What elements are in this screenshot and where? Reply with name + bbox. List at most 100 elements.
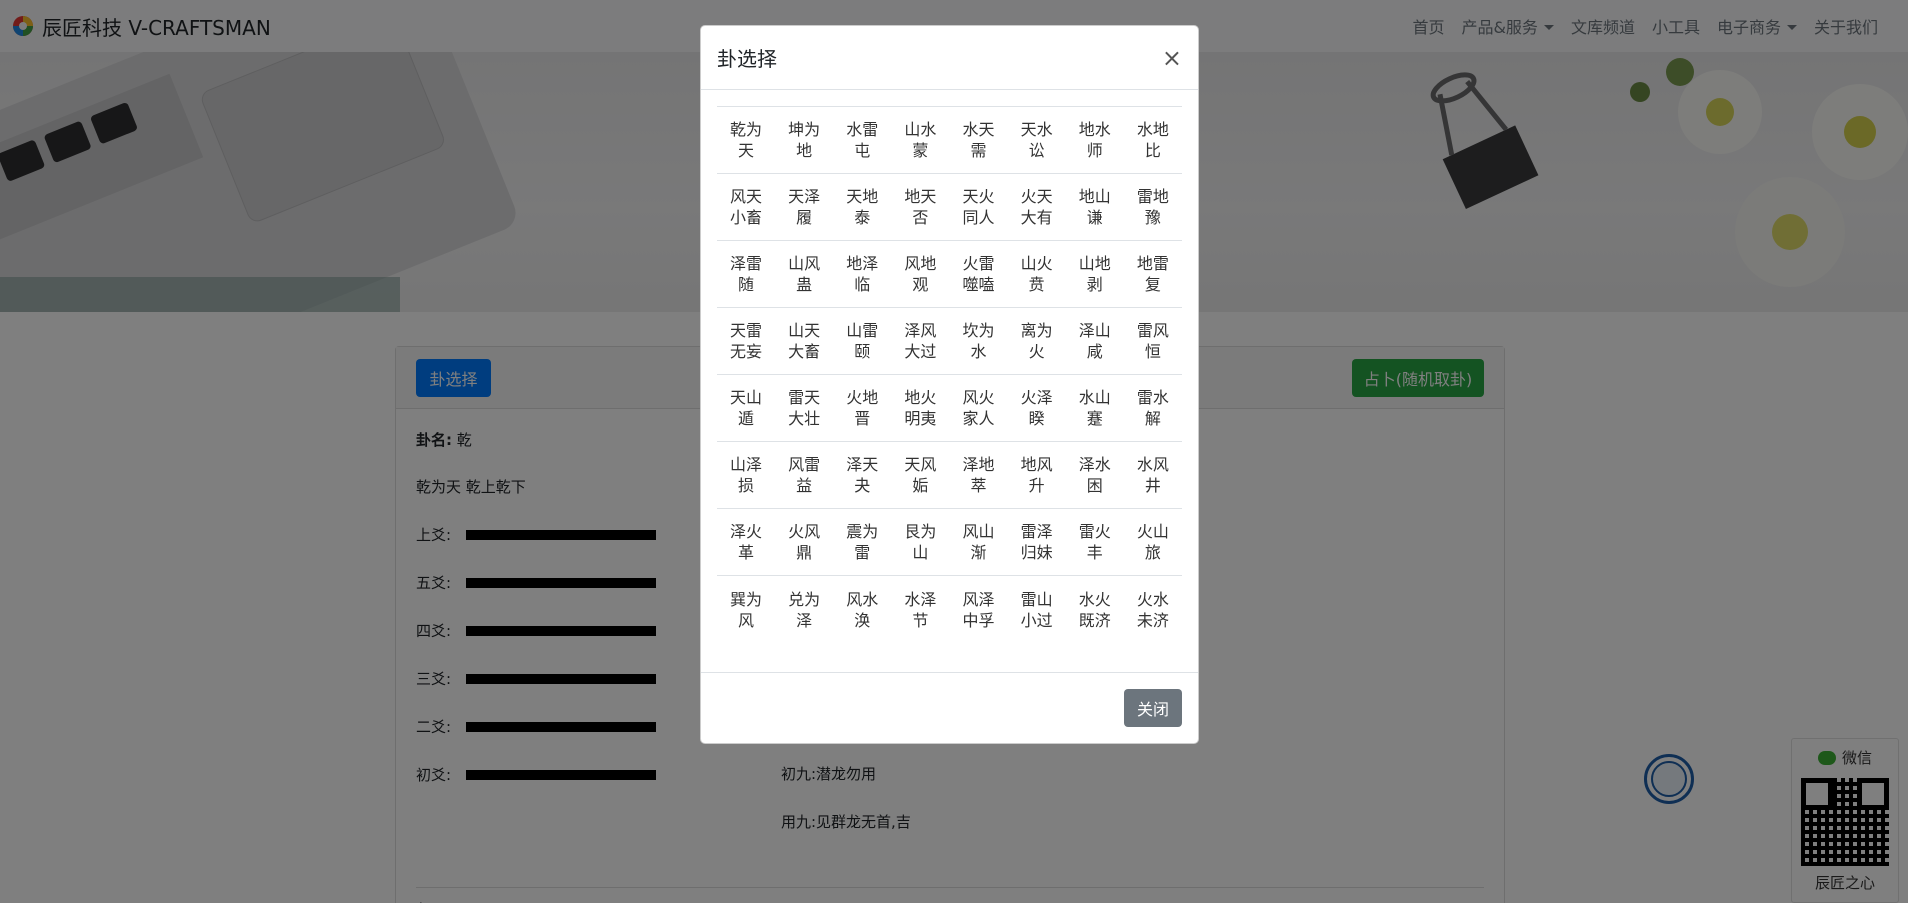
hexagram-option[interactable]: 山火贲 <box>1008 241 1066 307</box>
hexagram-option[interactable]: 火天大有 <box>1008 174 1066 240</box>
hexagram-row: 巽为风 兑为泽 风水涣 水泽节 风泽中孚 雷山小过 水火既济 火水未济 <box>717 576 1182 643</box>
hexagram-option[interactable]: 天地泰 <box>833 174 891 240</box>
hexagram-option[interactable]: 天水讼 <box>1008 107 1066 173</box>
hexagram-option[interactable]: 雷风恒 <box>1124 308 1182 374</box>
hexagram-option[interactable]: 火地晋 <box>833 375 891 441</box>
hexagram-option[interactable]: 雷泽归妹 <box>1008 509 1066 575</box>
hexagram-option[interactable]: 地风升 <box>1008 442 1066 508</box>
hexagram-option[interactable]: 巽为风 <box>717 576 775 643</box>
hexagram-option[interactable]: 地水师 <box>1066 107 1124 173</box>
hexagram-row: 山泽损 风雷益 泽天夬 天风姤 泽地萃 地风升 泽水困 水风井 <box>717 442 1182 509</box>
hexagram-label: 地火明夷 <box>904 388 937 428</box>
hexagram-option[interactable]: 雷山小过 <box>1008 576 1066 643</box>
hexagram-label: 地泽临 <box>846 254 879 294</box>
hexagram-label: 雷地豫 <box>1136 187 1169 227</box>
hexagram-option[interactable]: 山雷颐 <box>833 308 891 374</box>
hexagram-label: 天地泰 <box>846 187 879 227</box>
hexagram-option[interactable]: 水风井 <box>1124 442 1182 508</box>
hexagram-option[interactable]: 坎为水 <box>950 308 1008 374</box>
hexagram-option[interactable]: 天雷无妄 <box>717 308 775 374</box>
hexagram-option[interactable]: 水雷屯 <box>833 107 891 173</box>
hexagram-label: 天雷无妄 <box>730 321 763 361</box>
hexagram-label: 山地剥 <box>1078 254 1111 294</box>
hexagram-option[interactable]: 乾为天 <box>717 107 775 173</box>
hexagram-option[interactable]: 兑为泽 <box>775 576 833 643</box>
hexagram-option[interactable]: 天风姤 <box>891 442 949 508</box>
hexagram-option[interactable]: 地雷复 <box>1124 241 1182 307</box>
hexagram-option[interactable]: 山风蛊 <box>775 241 833 307</box>
hexagram-option[interactable]: 水火既济 <box>1066 576 1124 643</box>
hexagram-option[interactable]: 火山旅 <box>1124 509 1182 575</box>
hexagram-label: 山火贲 <box>1020 254 1053 294</box>
hexagram-option[interactable]: 火风鼎 <box>775 509 833 575</box>
hexagram-option[interactable]: 风泽中孚 <box>950 576 1008 643</box>
hexagram-option[interactable]: 风雷益 <box>775 442 833 508</box>
gua-select-modal: 卦选择 × 乾为天 坤为地 水雷屯 山水蒙 水天需 天水讼 地水师 水地比 风天小畜 天泽履 天地泰… <box>700 25 1199 744</box>
hexagram-option[interactable]: 地天否 <box>891 174 949 240</box>
hexagram-option[interactable]: 雷水解 <box>1124 375 1182 441</box>
hexagram-option[interactable]: 地火明夷 <box>891 375 949 441</box>
hexagram-option[interactable]: 泽风大过 <box>891 308 949 374</box>
hexagram-option[interactable]: 艮为山 <box>891 509 949 575</box>
hexagram-label: 雷水解 <box>1136 388 1169 428</box>
hexagram-option[interactable]: 离为火 <box>1008 308 1066 374</box>
close-button[interactable]: 关闭 <box>1124 689 1182 727</box>
hexagram-option[interactable]: 天山遁 <box>717 375 775 441</box>
hexagram-label: 泽地萃 <box>962 455 995 495</box>
hexagram-label: 火雷噬嗑 <box>962 254 995 294</box>
close-icon[interactable]: × <box>1162 46 1182 70</box>
hexagram-option[interactable]: 泽山咸 <box>1066 308 1124 374</box>
hexagram-option[interactable]: 震为雷 <box>833 509 891 575</box>
hexagram-option[interactable]: 风水涣 <box>833 576 891 643</box>
hexagram-label: 坎为水 <box>962 321 995 361</box>
hexagram-option[interactable]: 山水蒙 <box>891 107 949 173</box>
hexagram-label: 风雷益 <box>788 455 821 495</box>
hexagram-option[interactable]: 天火同人 <box>950 174 1008 240</box>
hexagram-label: 火天大有 <box>1020 187 1053 227</box>
hexagram-label: 雷风恒 <box>1136 321 1169 361</box>
hexagram-label: 火泽睽 <box>1020 388 1053 428</box>
hexagram-option[interactable]: 风天小畜 <box>717 174 775 240</box>
hexagram-label: 泽山咸 <box>1078 321 1111 361</box>
hexagram-option[interactable]: 风地观 <box>891 241 949 307</box>
hexagram-option[interactable]: 泽雷随 <box>717 241 775 307</box>
hexagram-option[interactable]: 火水未济 <box>1124 576 1182 643</box>
hexagram-option[interactable]: 山地剥 <box>1066 241 1124 307</box>
hexagram-label: 巽为风 <box>730 589 763 630</box>
hexagram-option[interactable]: 雷天大壮 <box>775 375 833 441</box>
hexagram-label: 山雷颐 <box>846 321 879 361</box>
hexagram-option[interactable]: 雷火丰 <box>1066 509 1124 575</box>
hexagram-option[interactable]: 泽火革 <box>717 509 775 575</box>
hexagram-option[interactable]: 风山渐 <box>950 509 1008 575</box>
hexagram-option[interactable]: 火雷噬嗑 <box>950 241 1008 307</box>
hexagram-option[interactable]: 水山蹇 <box>1066 375 1124 441</box>
hexagram-option[interactable]: 风火家人 <box>950 375 1008 441</box>
modal-title: 卦选择 <box>717 47 777 71</box>
hexagram-label: 水泽节 <box>904 589 937 630</box>
hexagram-label: 泽雷随 <box>730 254 763 294</box>
hexagram-option[interactable]: 水地比 <box>1124 107 1182 173</box>
hexagram-label: 山泽损 <box>730 455 763 495</box>
hexagram-label: 离为火 <box>1020 321 1053 361</box>
hexagram-row: 乾为天 坤为地 水雷屯 山水蒙 水天需 天水讼 地水师 水地比 <box>717 107 1182 174</box>
hexagram-option[interactable]: 天泽履 <box>775 174 833 240</box>
hexagram-option[interactable]: 山天大畜 <box>775 308 833 374</box>
hexagram-option[interactable]: 山泽损 <box>717 442 775 508</box>
hexagram-option[interactable]: 泽地萃 <box>950 442 1008 508</box>
hexagram-option[interactable]: 地泽临 <box>833 241 891 307</box>
hexagram-row: 泽火革 火风鼎 震为雷 艮为山 风山渐 雷泽归妹 雷火丰 火山旅 <box>717 509 1182 576</box>
hexagram-option[interactable]: 水天需 <box>950 107 1008 173</box>
hexagram-option[interactable]: 雷地豫 <box>1124 174 1182 240</box>
hexagram-label: 地水师 <box>1078 120 1111 160</box>
hexagram-label: 天风姤 <box>904 455 937 495</box>
hexagram-label: 火水未济 <box>1136 589 1169 630</box>
hexagram-option[interactable]: 泽水困 <box>1066 442 1124 508</box>
hexagram-label: 泽天夬 <box>846 455 879 495</box>
hexagram-label: 山水蒙 <box>904 120 937 160</box>
hexagram-option[interactable]: 水泽节 <box>891 576 949 643</box>
hexagram-option[interactable]: 泽天夬 <box>833 442 891 508</box>
hexagram-option[interactable]: 地山谦 <box>1066 174 1124 240</box>
hexagram-option[interactable]: 坤为地 <box>775 107 833 173</box>
hexagram-label: 山风蛊 <box>788 254 821 294</box>
hexagram-option[interactable]: 火泽睽 <box>1008 375 1066 441</box>
